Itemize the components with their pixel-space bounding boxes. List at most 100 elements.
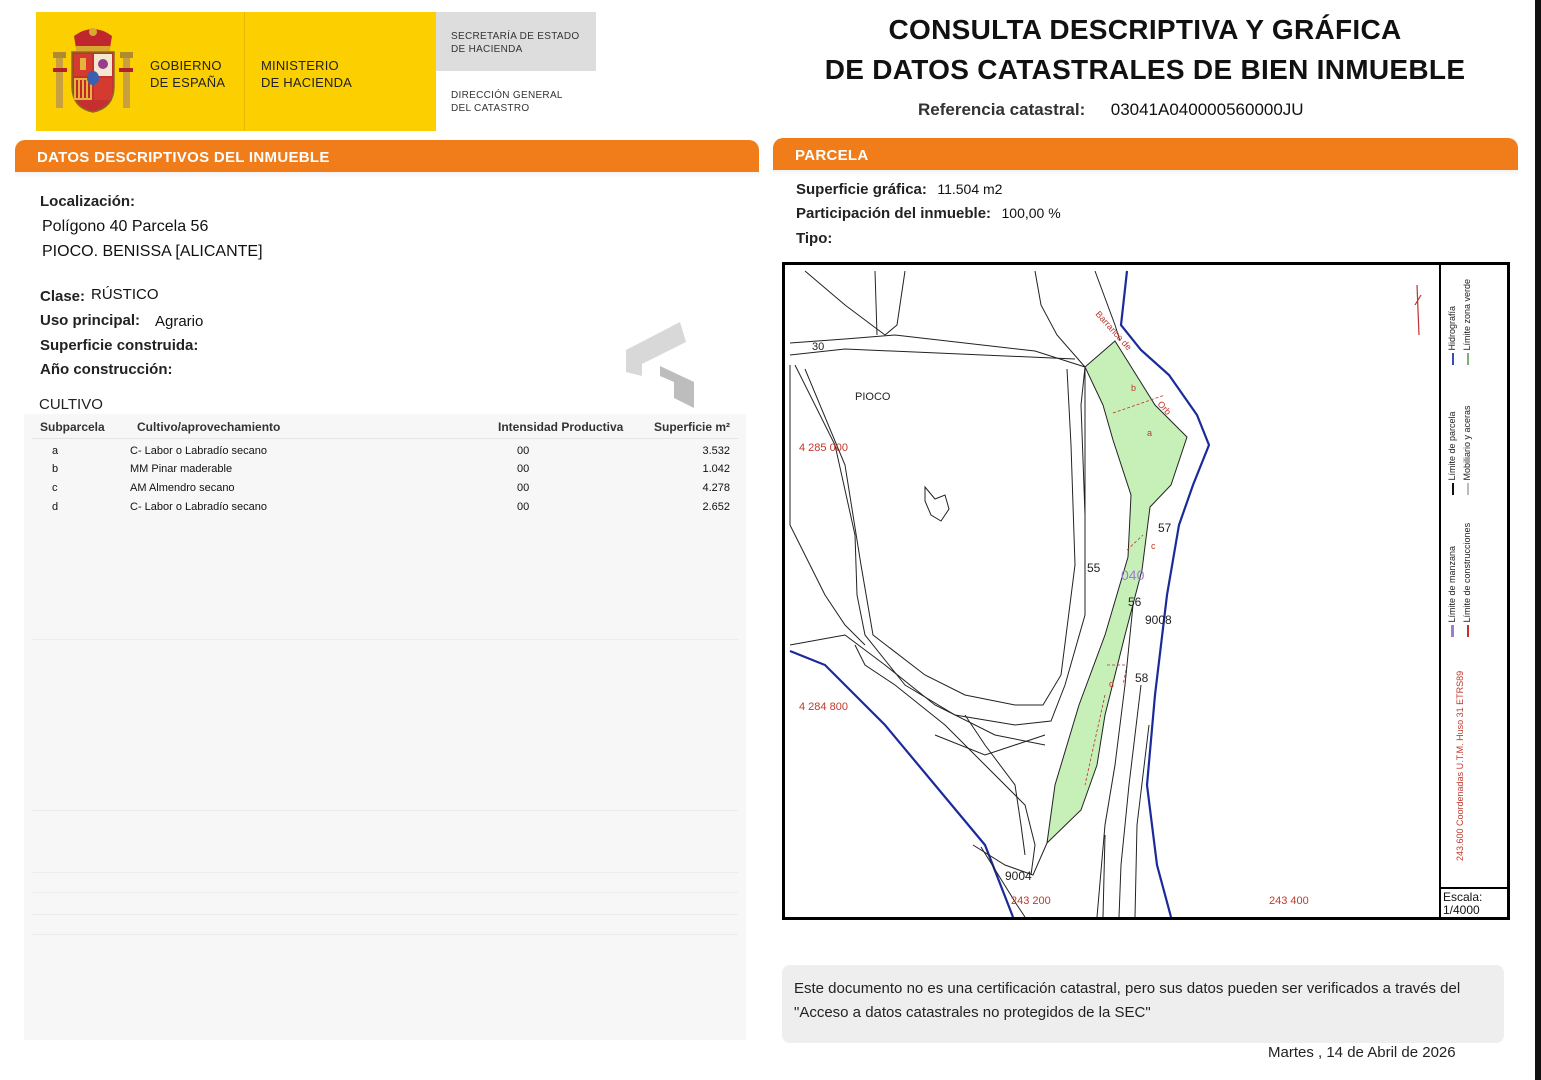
row-c-intensidad: 00: [517, 482, 530, 494]
map-label-040: 040: [1121, 567, 1145, 583]
map-sub-a: a: [1147, 428, 1153, 438]
row-a-sub: a: [52, 445, 59, 457]
legend-zona-verde-text: Límite zona verde: [1462, 278, 1472, 351]
clase-value: RÚSTICO: [91, 286, 159, 303]
footer-date: Martes , 14 de Abril de 2026: [1268, 1044, 1456, 1061]
anio-construccion-label: Año construcción:: [40, 361, 173, 378]
map-scale: Escala: 1/4000: [1443, 891, 1482, 917]
map-label-pioco: PIOCO: [855, 391, 891, 403]
participacion-label: Participación del inmueble:: [796, 205, 992, 222]
row-a-intensidad: 00: [517, 445, 530, 457]
disclaimer-text: Este documento no es una certificación c…: [794, 980, 1461, 1021]
ref-catastral-label: Referencia catastral:: [918, 100, 1086, 119]
map-label-9008: 9008: [1145, 613, 1172, 627]
section-header-shadow: [15, 172, 759, 178]
row-d-cultivo: C- Labor o Labradío secano: [130, 501, 267, 513]
uso-value: Agrario: [155, 313, 204, 330]
map-sub-b: b: [1131, 383, 1137, 393]
row-c-superficie: 4.278: [702, 482, 730, 494]
logo-direccion: DIRECCIÓN GENERAL DEL CATASTRO: [451, 89, 563, 115]
legend-parcela: Límite de parcela: [1447, 411, 1457, 495]
section-header-parcela-text: PARCELA: [795, 147, 869, 164]
section-header-parcela: PARCELA: [773, 138, 1518, 170]
row-a-superficie: 3.532: [702, 445, 730, 457]
col-subparcela: Subparcela: [40, 420, 105, 434]
disclaimer-box: Este documento no es una certificación c…: [782, 965, 1504, 1043]
map-scale-value: 1/4000: [1443, 903, 1480, 917]
participacion: Participación del inmueble: 100,00 %: [796, 205, 1061, 223]
legend-manzana: Límite de manzana: [1447, 546, 1457, 637]
map-sub-d: d: [1109, 679, 1115, 689]
row-b-cultivo: MM Pinar maderable: [130, 463, 233, 475]
map-coord-4284800: 4 284 800: [799, 701, 848, 713]
coat-of-arms-icon: [53, 28, 133, 113]
cultivo-table: Subparcela Cultivo/aprovechamiento Inten…: [24, 414, 746, 1040]
logo-gobierno: GOBIERNO DE ESPAÑA: [150, 57, 225, 91]
logo-ministerio: MINISTERIO DE HACIENDA: [261, 57, 352, 91]
logo-secretaria: SECRETARÍA DE ESTADO DE HACIENDA: [451, 30, 579, 56]
ref-catastral: Referencia catastral: 03041A040000560000…: [918, 100, 1304, 120]
row-b-intensidad: 00: [517, 463, 530, 475]
ref-catastral-value: 03041A040000560000JU: [1110, 100, 1304, 119]
localizacion-line1: Polígono 40 Parcela 56: [42, 218, 209, 235]
legend-hidrografia-text: Hidrografía: [1447, 305, 1457, 351]
logo-direccion-line2: DEL CATASTRO: [451, 103, 530, 114]
map-label-9004: 9004: [1005, 869, 1032, 883]
map-label-30: 30: [812, 341, 825, 353]
clase-label: Clase:: [40, 288, 86, 305]
participacion-value: 100,00 %: [1001, 205, 1061, 221]
logo-ministerio-line1: MINISTERIO: [261, 58, 339, 73]
uso-label: Uso principal:: [40, 312, 141, 329]
legend-separator: [1439, 265, 1441, 917]
row-a-cultivo: C- Labor o Labradío secano: [130, 445, 267, 457]
logo-secretaria-line2: DE HACIENDA: [451, 44, 523, 55]
map-drawing: [789, 270, 1422, 917]
logo-gobierno-line1: GOBIERNO: [150, 58, 222, 73]
localizacion-line2: PIOCO. BENISSA [ALICANTE]: [42, 243, 263, 260]
legend-coordenadas: 243.600 Coordenadas U.T.M. Huso 31 ETRS8…: [1455, 670, 1465, 861]
logo-divider: [244, 12, 245, 131]
section-header-descriptivos-text: DATOS DESCRIPTIVOS DEL INMUEBLE: [37, 149, 330, 166]
row-d-intensidad: 00: [517, 501, 530, 513]
page-edge: [1535, 0, 1541, 1080]
map-coord-243400: 243 400: [1269, 895, 1309, 907]
superficie-grafica-value: 11.504 m2: [937, 181, 1003, 197]
col-intensidad: Intensidad Productiva: [498, 420, 624, 434]
section-header-descriptivos: DATOS DESCRIPTIVOS DEL INMUEBLE: [15, 140, 759, 172]
watermark-logo-icon: [626, 322, 694, 408]
row-d-sub: d: [52, 501, 59, 513]
row-c-sub: c: [52, 482, 58, 494]
superficie-grafica: Superficie gráfica: 11.504 m2: [796, 181, 1002, 199]
tipo-label: Tipo:: [796, 230, 833, 247]
cultivo-title: CULTIVO: [39, 396, 103, 413]
legend-hidrografia: Hidrografía: [1447, 306, 1457, 365]
section-header-parcela-shadow: [773, 170, 1518, 176]
legend-construcciones: Límite de construcciones: [1462, 523, 1472, 637]
superficie-construida-label: Superficie construida:: [40, 337, 199, 354]
legend-mobiliario: Mobiliario y aceras: [1462, 405, 1472, 495]
map-label-55: 55: [1087, 561, 1101, 575]
legend-bottom-line: [1441, 887, 1507, 889]
legend-mobiliario-text: Mobiliario y aceras: [1462, 405, 1472, 481]
cadastral-map: PIOCO 30 4 285 000 4 284 800 243 200 243…: [782, 262, 1510, 920]
map-coord-243200: 243 200: [1011, 895, 1051, 907]
col-superficie: Superficie m²: [654, 420, 731, 434]
logo-secretaria-line1: SECRETARÍA DE ESTADO: [451, 31, 580, 42]
map-sub-c: c: [1151, 541, 1156, 551]
row-c-cultivo: AM Almendro secano: [130, 482, 235, 494]
logo-ministerio-line2: DE HACIENDA: [261, 75, 353, 90]
legend-parcela-text: Límite de parcela: [1447, 411, 1457, 481]
page-title-line1: CONSULTA DESCRIPTIVA Y GRÁFICA: [888, 14, 1402, 45]
page-title-line2: DE DATOS CATASTRALES DE BIEN INMUEBLE: [824, 54, 1466, 85]
legend-zona-verde: Límite zona verde: [1462, 279, 1472, 365]
legend-construcciones-text: Límite de construcciones: [1462, 522, 1472, 623]
map-label-57: 57: [1158, 521, 1172, 535]
row-b-superficie: 1.042: [702, 463, 730, 475]
row-b-sub: b: [52, 463, 59, 475]
logo-direccion-line1: DIRECCIÓN GENERAL: [451, 90, 563, 101]
row-d-superficie: 2.652: [702, 501, 730, 513]
map-label-58: 58: [1135, 671, 1149, 685]
superficie-grafica-label: Superficie gráfica:: [796, 181, 927, 198]
localizacion-label: Localización:: [40, 193, 136, 210]
map-coord-4285000: 4 285 000: [799, 442, 848, 454]
